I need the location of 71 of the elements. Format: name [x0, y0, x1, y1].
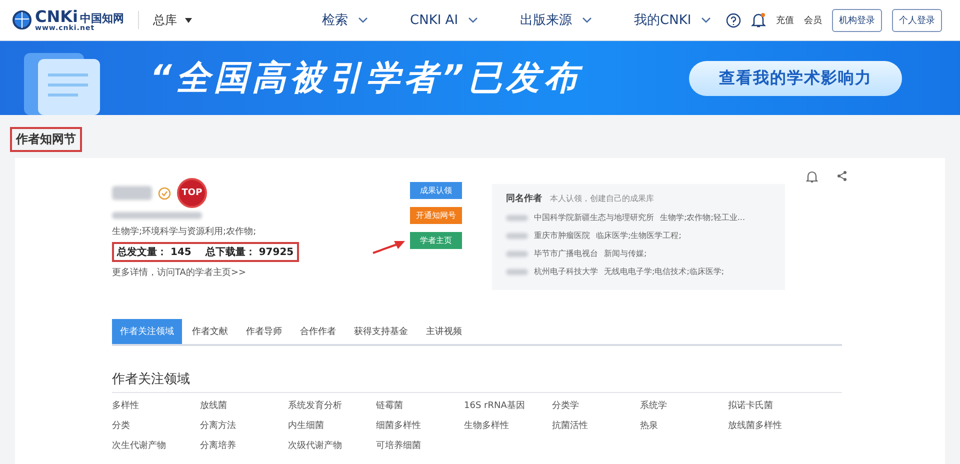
login-button[interactable]: 机构登录: [832, 8, 882, 32]
keyword-link[interactable]: 可培养细菌: [376, 439, 464, 452]
keyword-link[interactable]: 生物多样性: [464, 419, 552, 432]
institution-link[interactable]: 中国科学院新疆生态与地理研究所: [534, 212, 654, 223]
tab[interactable]: 主讲视频: [418, 319, 470, 344]
fields-text: 生物学;农作物;轻工业...: [660, 212, 746, 223]
chevron-down-icon: [468, 17, 478, 23]
fields-text: 无线电电子学;电信技术;临床医学;: [604, 266, 724, 277]
header-link[interactable]: 会员: [804, 14, 822, 26]
panel-hint: 本人认领，创建自己的成果库: [550, 193, 654, 204]
stat-text: 总发文量： 145: [117, 246, 192, 259]
banner-headline: “全国高被引学者”已发布: [150, 57, 582, 100]
keyword-link[interactable]: 内生细菌: [288, 419, 376, 432]
keyword-link[interactable]: 多样性: [112, 399, 200, 412]
chevron-down-icon: [701, 17, 712, 23]
blurred-name: [506, 250, 528, 256]
institution-link[interactable]: 毕节市广播电视台: [534, 248, 598, 259]
chevron-down-icon: [358, 17, 368, 23]
help-icon[interactable]: [726, 12, 741, 28]
tab[interactable]: 作者导师: [238, 319, 290, 344]
banner-button[interactable]: 查看我的学术影响力: [689, 60, 902, 96]
chevron-down-icon: [582, 17, 592, 23]
share-icon[interactable]: [836, 170, 848, 182]
keyword-link[interactable]: 16S rRNA基因: [464, 399, 552, 412]
keyword-link[interactable]: 放线菌多样性: [728, 419, 816, 432]
verified-icon: [158, 186, 171, 200]
keyword-link[interactable]: 拟诺卡氏菌: [728, 399, 816, 412]
logo-text[interactable]: CNKi 中国知网: [35, 8, 124, 24]
blurred-name: [506, 232, 528, 238]
keyword-link[interactable]: 分离培养: [200, 439, 288, 452]
keyword-link[interactable]: 链霉菌: [376, 399, 464, 412]
stat-text: 总下载量： 97925: [205, 246, 294, 259]
bell-icon[interactable]: [751, 12, 766, 28]
keyword-link[interactable]: 放线菌: [200, 399, 288, 412]
keyword-link[interactable]: 次生代谢产物: [112, 439, 200, 452]
section-title: 作者知网节: [10, 127, 82, 152]
keyword-link[interactable]: 系统发育分析: [288, 399, 376, 412]
login-button[interactable]: 个人登录: [892, 8, 942, 32]
research-fields: 生物学;环境科学与资源利用;农作物;: [112, 225, 342, 238]
fields-text: 新闻与传媒;: [604, 248, 647, 259]
blurred-name: [506, 214, 528, 220]
nav-menu[interactable]: 检索: [322, 11, 368, 29]
fields-text: 临床医学;生物医学工程;: [596, 230, 682, 241]
nav-menu[interactable]: 出版来源: [520, 11, 592, 29]
panel-title: 同名作者: [506, 192, 542, 205]
tab[interactable]: 获得支持基金: [346, 319, 416, 344]
nav-menu[interactable]: 我的CNKI: [634, 11, 712, 29]
institution-link[interactable]: 重庆市肿瘤医院: [534, 230, 590, 241]
institution-link[interactable]: 杭州电子科技大学: [534, 266, 598, 277]
keyword-link[interactable]: 细菌多样性: [376, 419, 464, 432]
blurred-name: [506, 268, 528, 274]
pointer-arrow: [372, 240, 406, 254]
database-dropdown[interactable]: 总库: [153, 12, 192, 28]
tab[interactable]: 作者文献: [184, 319, 236, 344]
keyword-link[interactable]: 分类学: [552, 399, 640, 412]
keyword-link[interactable]: 分离方法: [200, 419, 288, 432]
header-link[interactable]: 充值: [776, 14, 794, 26]
caret-icon: [185, 18, 192, 22]
keyword-link[interactable]: 次级代谢产物: [288, 439, 376, 452]
globe-icon: [12, 10, 32, 30]
nav-menu[interactable]: CNKI AI: [410, 11, 478, 29]
tab[interactable]: 合作作者: [292, 319, 344, 344]
blurred-name: [112, 186, 152, 200]
focus-title: 作者关注领域: [112, 370, 842, 393]
bell-icon[interactable]: [806, 170, 818, 183]
keyword-link[interactable]: 系统学: [640, 399, 728, 412]
keyword-link[interactable]: 热泉: [640, 419, 728, 432]
keyword-link[interactable]: 抗菌活性: [552, 419, 640, 432]
homepage-link[interactable]: 更多详情，访问TA的学者主页>>: [112, 266, 342, 279]
keyword-link[interactable]: 分类: [112, 419, 200, 432]
top-badge: TOP: [177, 178, 207, 208]
